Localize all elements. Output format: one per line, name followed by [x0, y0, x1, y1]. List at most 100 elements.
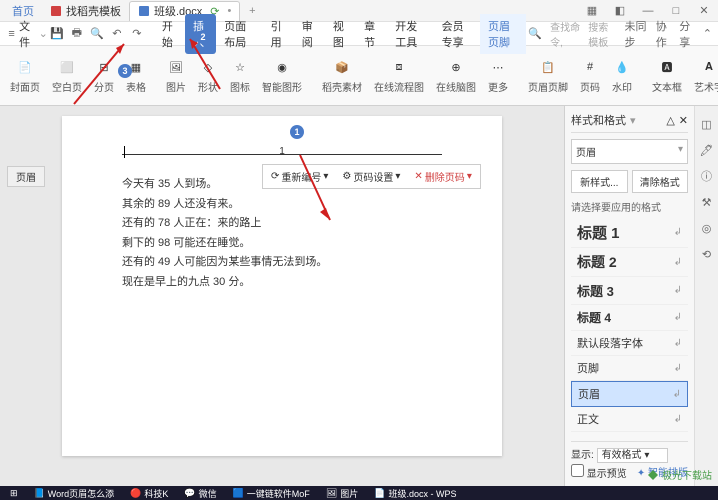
start-button[interactable]: ⊞: [4, 487, 24, 500]
tab-dev[interactable]: 开发工具: [387, 14, 433, 54]
ribbon-watermark[interactable]: 💧水印: [608, 55, 636, 96]
ribbon-smart[interactable]: ◉智能图形: [258, 55, 306, 96]
find-icon[interactable]: 🔍: [528, 27, 542, 40]
style-h2[interactable]: 标题 2↲: [571, 248, 688, 277]
style-header[interactable]: 页眉↲: [571, 381, 688, 407]
tab-start[interactable]: 开始: [154, 14, 185, 54]
strip-limit-icon[interactable]: ⓘ: [699, 168, 715, 184]
style-list: 标题 1↲ 标题 2↲ 标题 3↲ 标题 4↲ 默认段落字体↲ 页脚↲ 页眉↲ …: [571, 218, 688, 432]
ribbon-picture[interactable]: 🖼图片: [162, 55, 190, 96]
taskbar: ⊞ 📘 Word页眉怎么添 🔴 科技K 💬 微信 🟦 一键链软件MoF 🖼 图片…: [0, 486, 718, 500]
line: 剩下的 98 可能还在睡觉。: [122, 235, 442, 253]
ribbon: 📄封面页 ⬜空白页 ⊟分页 ▦表格 🖼图片 ◇形状 ☆图标 ◉智能图形 📦稻壳素…: [0, 46, 718, 106]
doc-icon: [50, 5, 62, 17]
save-icon[interactable]: 💾: [50, 27, 64, 41]
header-toolbar: ⟳ 重新编号 ▾ ⚙ 页码设置 ▾ ✕ 删除页码 ▾: [262, 164, 481, 189]
ribbon-blank[interactable]: ⬜空白页: [48, 55, 86, 96]
undo-icon[interactable]: ↶: [110, 27, 124, 41]
current-style[interactable]: 页眉▾: [571, 139, 688, 164]
show-label: 显示:: [571, 450, 594, 461]
task-word[interactable]: 📘 Word页眉怎么添: [28, 486, 121, 501]
strip-select-icon[interactable]: ◫: [699, 116, 715, 132]
style-h1[interactable]: 标题 1↲: [571, 218, 688, 248]
ribbon-textbox[interactable]: 🅰文本框: [648, 55, 686, 96]
tab-view[interactable]: 视图: [325, 14, 356, 54]
close-panel-icon[interactable]: ✕: [679, 114, 688, 127]
tab-header-footer[interactable]: 页眉页脚: [480, 14, 526, 54]
page[interactable]: 1 页眉 ⟳ 重新编号 ▾ ⚙ 页码设置 ▾ ✕ 删除页码 ▾ 今天有 35 人…: [62, 116, 502, 456]
ribbon-pagenum[interactable]: #页码: [576, 55, 604, 96]
line: 其余的 89 人还没有来。: [122, 196, 442, 214]
clear-format-button[interactable]: 清除格式: [632, 170, 689, 193]
tab-layout[interactable]: 页面布局: [216, 14, 262, 54]
menu-tabs: 开始 插入 页面布局 引用 审阅 视图 章节 开发工具 会员专享 页眉页脚: [154, 14, 527, 54]
ribbon-break[interactable]: ⊟分页: [90, 55, 118, 96]
marker-3: 3: [118, 64, 132, 78]
ribbon-cover[interactable]: 📄封面页: [6, 55, 44, 96]
style-h3[interactable]: 标题 3↲: [571, 277, 688, 305]
share-button[interactable]: 分享: [679, 18, 695, 50]
pin-icon[interactable]: △: [666, 114, 674, 127]
strip-style-icon[interactable]: 🖊: [699, 142, 715, 158]
redo-icon[interactable]: ↷: [130, 27, 144, 41]
sidebar-title: 样式和格式: [571, 112, 626, 128]
marker-2: 2: [196, 30, 210, 44]
show-select[interactable]: 有效格式 ▾: [597, 448, 669, 463]
ribbon-more[interactable]: ⋯更多: [484, 55, 512, 96]
preview-checkbox[interactable]: [571, 464, 584, 477]
file-menu[interactable]: 文件: [19, 18, 37, 50]
header-line: [122, 154, 442, 155]
print-icon[interactable]: 🖶: [70, 27, 84, 41]
styles-sidebar: 样式和格式 ▾ △ ✕ 页眉▾ 新样式... 清除格式 请选择要应用的格式 标题…: [564, 106, 694, 486]
doc-main[interactable]: 1 页眉 ⟳ 重新编号 ▾ ⚙ 页码设置 ▾ ✕ 删除页码 ▾ 今天有 35 人…: [0, 106, 564, 486]
strip-backup-icon[interactable]: ⟲: [699, 246, 715, 262]
document-content[interactable]: 今天有 35 人到场。 其余的 89 人还没有来。 还有的 78 人正在：来的路…: [122, 176, 442, 292]
style-hint: 请选择要应用的格式: [571, 199, 688, 214]
style-footer[interactable]: 页脚↲: [571, 356, 688, 381]
strip-prop-icon[interactable]: ◎: [699, 220, 715, 236]
coop-button[interactable]: 协作: [656, 18, 672, 50]
tab-member[interactable]: 会员专享: [434, 14, 480, 54]
sync-status[interactable]: 未同步: [624, 18, 647, 50]
tab-section[interactable]: 章节: [356, 14, 387, 54]
task-img[interactable]: 🖼 图片: [320, 486, 364, 501]
delete-pagenum-button[interactable]: ✕ 删除页码 ▾: [408, 167, 477, 186]
line: 还有的 49 人可能因为某些事情无法到场。: [122, 254, 442, 272]
strip-tool-icon[interactable]: ⚒: [699, 194, 715, 210]
marker-1: 1: [290, 125, 304, 139]
right-toolbar: ◫ 🖊 ⓘ ⚒ ◎ ⟲: [694, 106, 718, 486]
ribbon-wordart[interactable]: 𝐀艺术字: [690, 55, 718, 96]
chevron-icon[interactable]: ⌃: [703, 27, 712, 40]
page-setup-button[interactable]: ⚙ 页码设置 ▾: [336, 167, 406, 186]
doc-area: 1 页眉 ⟳ 重新编号 ▾ ⚙ 页码设置 ▾ ✕ 删除页码 ▾ 今天有 35 人…: [0, 106, 718, 486]
renumber-button[interactable]: ⟳ 重新编号 ▾: [265, 167, 334, 186]
ribbon-icon[interactable]: ☆图标: [226, 55, 254, 96]
ribbon-header-footer[interactable]: 📋页眉页脚: [524, 55, 572, 96]
ribbon-flowchart[interactable]: ⧈在线流程图: [370, 55, 428, 96]
ribbon-shape[interactable]: ◇形状: [194, 55, 222, 96]
task-soft[interactable]: 🟦 一键链软件MoF: [227, 486, 316, 501]
preview-icon[interactable]: 🔍: [90, 27, 104, 41]
task-app[interactable]: 🔴 科技K: [124, 486, 174, 501]
watermark: 极光下载站: [647, 467, 712, 482]
header-label[interactable]: 页眉: [7, 166, 45, 187]
menubar: ≡ 文件 ⌄ 💾 🖶 🔍 ↶ ↷ 开始 插入 页面布局 引用 审阅 视图 章节 …: [0, 22, 718, 46]
tab-label: 找稻壳模板: [66, 3, 121, 19]
find-hint: 查找命令,: [550, 19, 580, 49]
style-default[interactable]: 默认段落字体↲: [571, 331, 688, 356]
style-h4[interactable]: 标题 4↲: [571, 305, 688, 331]
menu-icon[interactable]: ≡: [6, 27, 17, 41]
ribbon-material[interactable]: 📦稻壳素材: [318, 55, 366, 96]
tab-template[interactable]: 找稻壳模板: [42, 1, 129, 21]
ribbon-mindmap[interactable]: ⊕在线脑图: [432, 55, 480, 96]
tab-reference[interactable]: 引用: [263, 14, 294, 54]
text-cursor: [124, 146, 125, 158]
page-number: 1: [279, 146, 285, 157]
line: 现在是早上的九点 30 分。: [122, 274, 442, 292]
task-wechat[interactable]: 💬 微信: [178, 486, 222, 501]
task-wps[interactable]: 📄 班级.docx - WPS: [368, 486, 462, 501]
style-body[interactable]: 正文↲: [571, 407, 688, 432]
search-hint[interactable]: 搜索模板: [588, 19, 616, 49]
new-style-button[interactable]: 新样式...: [571, 170, 628, 193]
tab-review[interactable]: 审阅: [294, 14, 325, 54]
